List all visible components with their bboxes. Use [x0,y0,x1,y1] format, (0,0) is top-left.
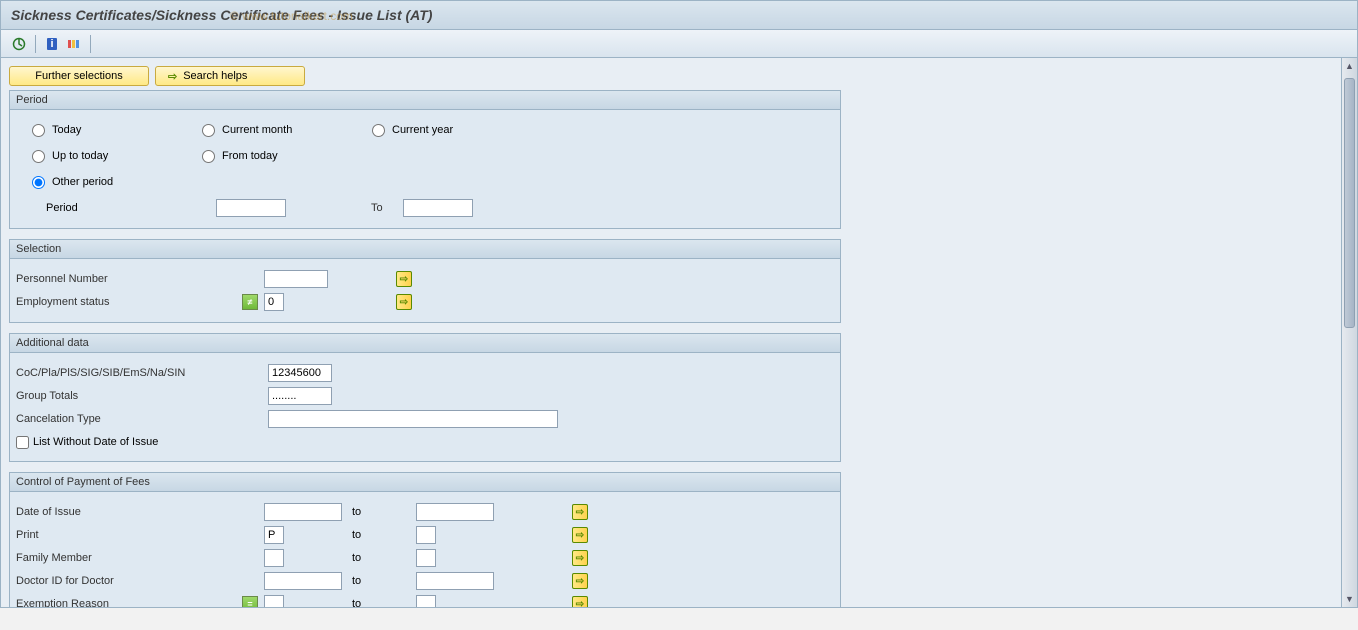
group-title: Control of Payment of Fees [10,473,840,492]
variant-icon[interactable] [66,36,82,52]
print-to-input[interactable] [416,526,436,544]
radio-current-year[interactable]: Current year [372,124,453,137]
radio-today[interactable]: Today [32,124,81,137]
button-label: Further selections [35,70,122,82]
to-label: to [352,529,361,541]
title-bar: Sickness Certificates/Sickness Certifica… [0,0,1358,30]
group-totals-label: Group Totals [14,390,268,402]
family-member-to-input[interactable] [416,549,436,567]
group-title: Additional data [10,334,840,353]
multiple-select-icon[interactable]: ⇨ [396,294,412,310]
radio-current-month[interactable]: Current month [202,124,292,137]
control-row: Family Member to ⇨ [14,547,830,569]
family-member-from-input[interactable] [264,549,284,567]
print-from-input[interactable] [264,526,284,544]
control-row: Print to ⇨ [14,524,830,546]
toolbar: i © www.tutorialkart.com [0,30,1358,58]
date-of-issue-to-input[interactable] [416,503,494,521]
scroll-down-icon[interactable]: ▼ [1342,591,1357,607]
employment-status-input[interactable] [264,293,284,311]
page-title: Sickness Certificates/Sickness Certifica… [11,7,1347,23]
to-label: to [352,575,361,587]
radio-from-today[interactable]: From today [202,150,278,163]
period-label: Period [46,202,78,214]
multiple-select-icon[interactable]: ⇨ [572,596,588,607]
multiple-select-icon[interactable]: ⇨ [396,271,412,287]
exemption-reason-to-input[interactable] [416,595,436,607]
date-of-issue-from-input[interactable] [264,503,342,521]
cancelation-type-input[interactable] [268,410,558,428]
selection-group: Selection Personnel Number ⇨ Employment … [9,239,841,323]
range-indicator-icon[interactable]: ≠ [242,294,258,310]
scroll-up-icon[interactable]: ▲ [1342,58,1357,74]
field-label: Date of Issue [14,506,242,518]
to-label: to [352,506,361,518]
button-label: Search helps [183,70,247,82]
multiple-select-icon[interactable]: ⇨ [572,573,588,589]
to-label: to [352,552,361,564]
control-row: Date of Issue to ⇨ [14,501,830,523]
vertical-scrollbar[interactable]: ▲ ▼ [1341,58,1357,607]
doctor-id-from-input[interactable] [264,572,342,590]
personnel-number-label: Personnel Number [14,273,242,285]
scrollbar-thumb[interactable] [1344,78,1355,328]
search-helps-button[interactable]: ⇨ Search helps [155,66,305,86]
control-row: Doctor ID for Doctor to ⇨ [14,570,830,592]
multiple-select-icon[interactable]: ⇨ [572,550,588,566]
radio-up-to-today[interactable]: Up to today [32,150,108,163]
field-label: Print [14,529,242,541]
period-group: Period Today Current month Current year … [9,90,841,229]
coc-label: CoC/Pla/PlS/SIG/SIB/EmS/Na/SIN [14,367,268,379]
content-area: Further selections ⇨ Search helps Period… [0,58,1358,608]
list-without-label: List Without Date of Issue [33,436,158,448]
field-label: Family Member [14,552,242,564]
toolbar-separator [35,35,36,53]
personnel-number-input[interactable] [264,270,328,288]
list-without-checkbox[interactable] [16,436,29,449]
exemption-reason-from-input[interactable] [264,595,284,607]
control-row: Exemption Reason = to ⇨ [14,593,830,607]
multiple-select-icon[interactable]: ⇨ [572,527,588,543]
additional-data-group: Additional data CoC/Pla/PlS/SIG/SIB/EmS/… [9,333,841,462]
group-title: Period [10,91,840,110]
coc-input[interactable] [268,364,332,382]
group-totals-input[interactable] [268,387,332,405]
employment-status-label: Employment status [14,296,242,308]
control-group: Control of Payment of Fees Date of Issue… [9,472,841,607]
further-selections-button[interactable]: Further selections [9,66,149,86]
range-indicator-icon[interactable]: = [242,596,258,607]
field-label: Doctor ID for Doctor [14,575,242,587]
svg-text:i: i [50,38,53,50]
cancelation-type-label: Cancelation Type [14,413,268,425]
toolbar-separator-2 [90,35,91,53]
multiple-select-icon[interactable]: ⇨ [572,504,588,520]
arrow-right-icon: ⇨ [168,70,177,83]
info-icon[interactable]: i [44,36,60,52]
doctor-id-to-input[interactable] [416,572,494,590]
field-label: Exemption Reason [14,598,242,607]
period-to-label: To [371,202,403,214]
period-to-input[interactable] [403,199,473,217]
execute-icon[interactable] [11,36,27,52]
group-title: Selection [10,240,840,259]
period-from-input[interactable] [216,199,286,217]
radio-other-period[interactable]: Other period [32,176,113,189]
to-label: to [352,598,361,607]
